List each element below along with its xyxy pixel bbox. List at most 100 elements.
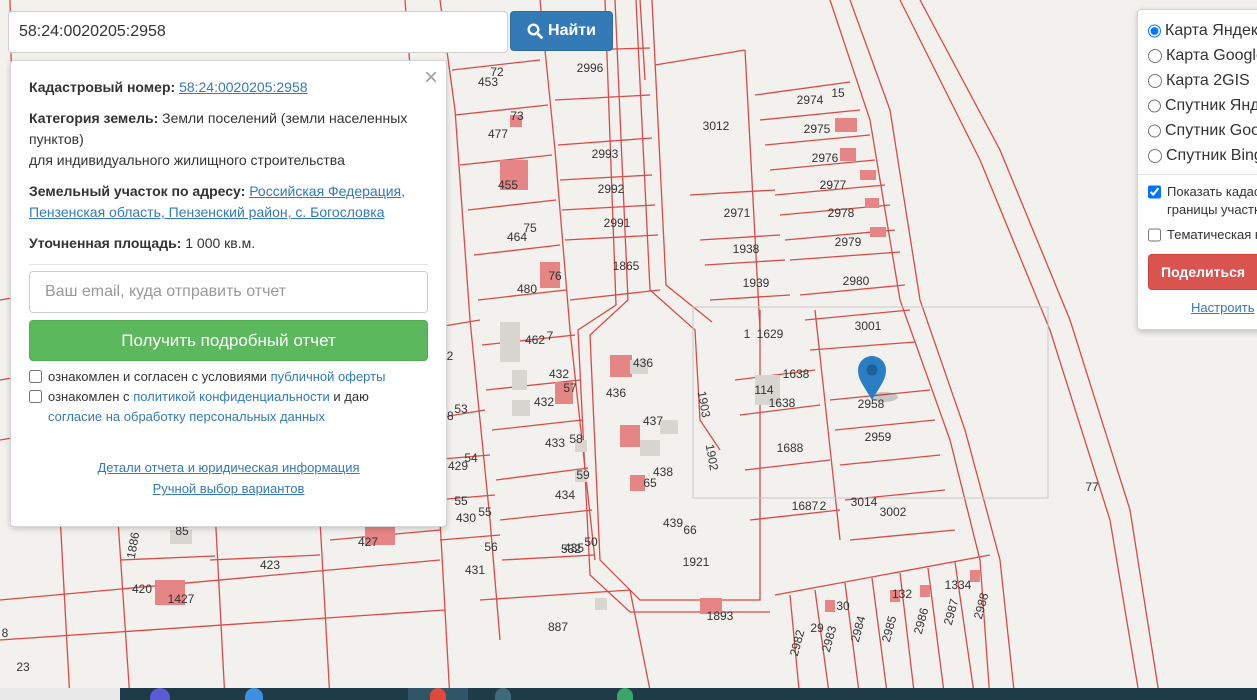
divider bbox=[1138, 174, 1257, 175]
parcel-number-label: 1638 bbox=[783, 367, 810, 381]
parcel-number-label: 2992 bbox=[598, 182, 625, 196]
parcel-number-label: 423 bbox=[260, 558, 280, 572]
get-report-button[interactable]: Получить подробный отчет bbox=[29, 320, 428, 361]
offer-consent-checkbox[interactable] bbox=[29, 370, 42, 383]
parcel-number-label: 66 bbox=[683, 523, 697, 537]
privacy-consent-and: и даю bbox=[333, 389, 369, 404]
thematic-checkbox[interactable] bbox=[1148, 228, 1161, 242]
map-type-label: Спутник Google bbox=[1165, 121, 1257, 139]
parcel-number-label: 1629 bbox=[757, 327, 784, 341]
parcel-number-label: 1688 bbox=[777, 441, 804, 455]
privacy-consent-checkbox[interactable] bbox=[29, 390, 42, 403]
map-type-radio[interactable] bbox=[1148, 23, 1161, 38]
divider bbox=[29, 264, 428, 265]
parcel-number-label: 50 bbox=[584, 535, 598, 549]
parcel-number-label: 432 bbox=[549, 367, 569, 381]
parcel-number-label: 430 bbox=[456, 511, 476, 525]
parcel-number-label: 2993 bbox=[592, 147, 619, 161]
offer-consent-row: ознакомлен и согласен с условиями публич… bbox=[29, 367, 428, 387]
taskbar-thumbnail[interactable] bbox=[0, 688, 120, 700]
parcel-number-label: 433 bbox=[545, 436, 565, 450]
map-type-radio[interactable] bbox=[1148, 48, 1162, 63]
land-use-value: для индивидуального жилищного строительс… bbox=[29, 152, 345, 168]
report-details-link[interactable]: Детали отчета и юридическая информация bbox=[29, 457, 428, 478]
map-type-option[interactable]: Карта 2GIS bbox=[1148, 68, 1257, 93]
parcel-number-label: 427 bbox=[358, 535, 378, 549]
parcel-number-label: 1 bbox=[744, 327, 751, 341]
close-icon[interactable]: × bbox=[424, 65, 438, 91]
app-icon[interactable] bbox=[617, 688, 633, 700]
map-type-label: Спутник Яндекс bbox=[1165, 96, 1257, 114]
parcel-number-label: 2975 bbox=[804, 122, 831, 136]
map-type-radio[interactable] bbox=[1148, 148, 1162, 163]
map-type-radio[interactable] bbox=[1148, 123, 1161, 138]
parcel-number-label: 2974 bbox=[797, 93, 824, 107]
parcel-number-label: 23 bbox=[16, 660, 30, 674]
parcel-number-label: 439 bbox=[663, 516, 683, 530]
parcel-number-label: 432 bbox=[534, 395, 554, 409]
parcel-number-label: 2976 bbox=[812, 151, 839, 165]
parcel-number-label: 1638 bbox=[769, 396, 796, 410]
show-borders-checkbox[interactable] bbox=[1148, 185, 1161, 199]
browser-icon[interactable] bbox=[430, 688, 446, 700]
parcel-number-label: 2977 bbox=[820, 178, 847, 192]
taskbar bbox=[0, 688, 1257, 700]
show-borders-row: Показать кадастровые границы участков bbox=[1148, 183, 1257, 219]
map-type-option[interactable]: Карта Google bbox=[1148, 43, 1257, 68]
public-offer-link[interactable]: публичной оферты bbox=[271, 369, 386, 384]
parcel-number-label: 436 bbox=[633, 356, 653, 370]
app-icon[interactable] bbox=[245, 688, 263, 700]
parcel-number-label: 420 bbox=[132, 582, 152, 596]
cadastral-number-link[interactable]: 58:24:0020205:2958 bbox=[179, 79, 307, 95]
manual-selection-link[interactable]: Ручной выбор вариантов bbox=[29, 478, 428, 499]
privacy-consent-label: ознакомлен с bbox=[48, 389, 130, 404]
email-field[interactable] bbox=[29, 271, 428, 313]
map-type-option[interactable]: Карта Яндекс bbox=[1148, 18, 1257, 43]
parcel-number-label: 8 bbox=[2, 626, 9, 640]
parcel-number-label: 1427 bbox=[168, 592, 195, 606]
offer-consent-text: ознакомлен и согласен с условиями публич… bbox=[48, 367, 385, 387]
parcel-number-label: 1865 bbox=[613, 259, 640, 273]
parcel-number-label: 58 bbox=[569, 432, 583, 446]
thematic-label: Тематическая карта bbox=[1167, 227, 1257, 242]
cadastral-number-label: Кадастровый номер: bbox=[29, 79, 176, 95]
parcel-number-label: 57 bbox=[563, 381, 577, 395]
parcel-number-label: 15 bbox=[831, 86, 845, 100]
thematic-row: Тематическая карта bbox=[1148, 226, 1257, 244]
parcel-number-label: 132 bbox=[892, 587, 912, 601]
map-type-radio[interactable] bbox=[1148, 73, 1162, 88]
parcel-number-label: 436 bbox=[606, 386, 626, 400]
map-type-option[interactable]: Спутник Google bbox=[1148, 118, 1257, 143]
search-button[interactable]: Найти bbox=[510, 11, 613, 51]
map-type-option[interactable]: Спутник Bing bbox=[1148, 143, 1257, 168]
parcel-number-label: 434 bbox=[555, 488, 575, 502]
cadastral-number-row: Кадастровый номер: 58:24:0020205:2958 bbox=[29, 77, 428, 98]
configure-link[interactable]: Настроить bbox=[1191, 300, 1257, 315]
parcel-number-label: 429 bbox=[448, 459, 468, 473]
parcel-number-label: 477 bbox=[488, 127, 508, 141]
personal-data-consent-link[interactable]: согласие на обработку персональных данны… bbox=[48, 409, 325, 424]
share-button[interactable]: Поделиться bbox=[1148, 254, 1257, 290]
parcel-number-label: 3014 bbox=[851, 495, 878, 509]
parcel-number-label: 7 bbox=[547, 329, 554, 343]
show-borders-text: Показать кадастровые границы участков bbox=[1167, 183, 1257, 219]
parcel-number-label: 55 bbox=[478, 505, 492, 519]
parcel-number-label: 76 bbox=[548, 269, 562, 283]
parcel-number-label: 30 bbox=[836, 599, 850, 613]
parcel-number-label: 455 bbox=[498, 178, 518, 192]
privacy-consent-text: ознакомлен с политикой конфиденциальност… bbox=[48, 387, 369, 427]
privacy-policy-link[interactable]: политикой конфиденциальности bbox=[133, 389, 330, 404]
map-type-option[interactable]: Спутник Яндекс bbox=[1148, 93, 1257, 118]
app-icon[interactable] bbox=[150, 688, 170, 700]
search-input[interactable] bbox=[8, 11, 508, 53]
map-type-label: Карта Google bbox=[1166, 46, 1257, 64]
search-icon bbox=[527, 23, 543, 39]
land-category-label: Категория земель: bbox=[29, 110, 159, 126]
parcel-number-label: 2991 bbox=[604, 216, 631, 230]
parcel-number-label: 1939 bbox=[743, 276, 770, 290]
map-type-label: Карта 2GIS bbox=[1166, 71, 1250, 89]
parcel-number-label: 2979 bbox=[835, 235, 862, 249]
parcel-number-label: 114 bbox=[754, 383, 773, 397]
app-icon[interactable] bbox=[495, 688, 511, 700]
map-type-radio[interactable] bbox=[1148, 98, 1161, 113]
